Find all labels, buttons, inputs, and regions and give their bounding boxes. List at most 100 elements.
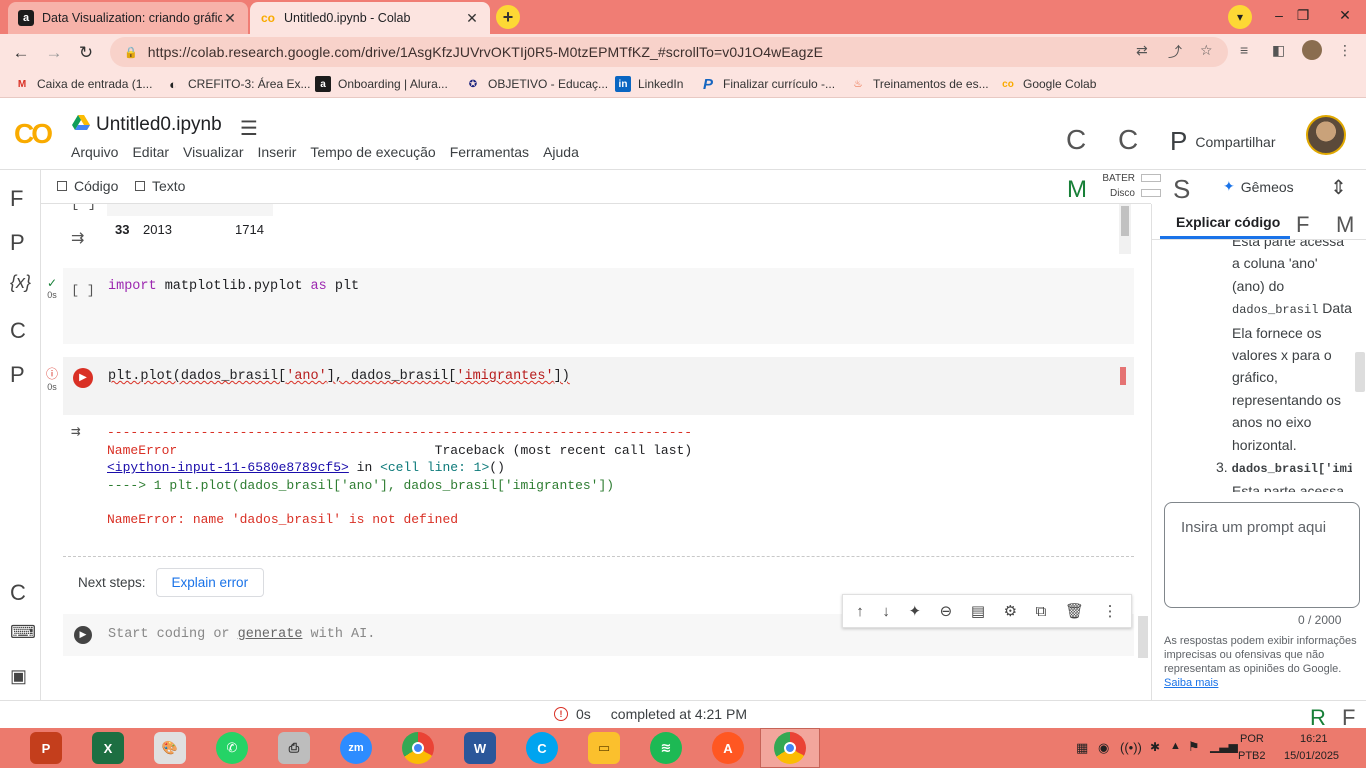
chrome-icon[interactable]	[402, 732, 434, 764]
tray-app-icon[interactable]: ▦	[1076, 740, 1088, 756]
toc-icon[interactable]: F	[10, 186, 23, 212]
bookmark-treinamentos[interactable]: ♨ Treinamentos de es...	[850, 76, 989, 92]
move-up-icon[interactable]: ↑	[856, 603, 864, 620]
bookmark-linkedin[interactable]: in LinkedIn	[615, 76, 683, 92]
tab-data-visualization[interactable]: a Data Visualization: criando gráfic ✕	[8, 2, 248, 34]
resource-labels[interactable]: BATER Disco	[1101, 171, 1135, 201]
menu-ajuda[interactable]: Ajuda	[543, 144, 579, 160]
menu-arquivo[interactable]: Arquivo	[71, 144, 118, 160]
menu-ferramentas[interactable]: Ferramentas	[450, 144, 529, 160]
tray-network-icon[interactable]: ◉	[1098, 740, 1109, 756]
folder-icon[interactable]: ▭	[588, 732, 620, 764]
collapse-expand-icon[interactable]: ⇕	[1330, 175, 1347, 200]
gemini-button[interactable]: ✦ Gêmeos	[1223, 178, 1294, 195]
paint-icon[interactable]: 🎨	[154, 732, 186, 764]
output-scrollbar[interactable]	[1119, 204, 1131, 254]
panel-scrollbar[interactable]	[1355, 352, 1365, 392]
cell-bracket[interactable]: [ ]	[71, 278, 95, 302]
bookmark-alura[interactable]: a Onboarding | Alura...	[315, 76, 448, 92]
share-page-icon[interactable]: ⤴	[1168, 42, 1182, 62]
zoom-icon[interactable]: zm	[340, 732, 372, 764]
tray-bluetooth-icon[interactable]: ✱	[1150, 740, 1160, 754]
notebook-title[interactable]: Untitled0.ipynb	[96, 114, 222, 136]
bookmark-crefito[interactable]: ◐ CREFITO-3: Área Ex...	[165, 76, 310, 92]
traceback-link[interactable]: <ipython-input-11-6580e8789cf5>	[107, 460, 349, 475]
canva-icon[interactable]: C	[526, 732, 558, 764]
generate-link[interactable]: generate	[238, 627, 303, 642]
whatsapp-icon[interactable]: ✆	[216, 732, 248, 764]
format-icon[interactable]: F	[1296, 212, 1309, 238]
tab-colab[interactable]: co Untitled0.ipynb - Colab ✕	[250, 2, 490, 34]
excel-icon[interactable]: X	[92, 732, 124, 764]
code-cell-plot[interactable]: ▶ plt.plot(dados_brasil['ano'], dados_br…	[63, 357, 1134, 415]
cell-code[interactable]: plt.plot(dados_brasil['ano'], dados_bras…	[108, 369, 570, 384]
colab-logo[interactable]: CO	[14, 118, 53, 150]
bookmark-star-icon[interactable]: ☆	[1200, 42, 1213, 59]
output-toggle-icon[interactable]: ⇉	[71, 423, 81, 442]
clock-time[interactable]: 16:21	[1300, 733, 1328, 745]
tab-search-button[interactable]: ▾	[1228, 5, 1252, 29]
runtime-dropdown-icon[interactable]: S	[1173, 174, 1190, 205]
delete-icon[interactable]: 🗑	[1065, 602, 1084, 620]
code-cell-import[interactable]: [ ] import matplotlib.pyplot as plt	[63, 268, 1134, 344]
profile-avatar[interactable]	[1302, 40, 1322, 60]
execution-status[interactable]: ! 0s completed at 4:21 PM	[554, 706, 747, 722]
bookmark-curriculo[interactable]: P Finalizar currículo -...	[700, 76, 835, 93]
settings-icon[interactable]: C	[1118, 124, 1138, 156]
explain-code-tab[interactable]: Explicar código	[1176, 214, 1280, 230]
spotify-icon[interactable]: ≋	[650, 732, 682, 764]
add-text-button[interactable]: Texto	[135, 178, 185, 194]
notebook-scrollbar[interactable]	[1138, 616, 1148, 658]
connected-icon[interactable]: M	[1067, 176, 1087, 204]
back-icon[interactable]: ←	[9, 41, 33, 65]
variables-icon[interactable]: {x}	[10, 272, 31, 293]
close-window-icon[interactable]: ✕	[1330, 3, 1360, 27]
learn-more-link[interactable]: Saiba mais	[1164, 677, 1218, 689]
comments-icon[interactable]: C	[1066, 124, 1086, 156]
tray-wifi-icon[interactable]: ((•))	[1120, 740, 1142, 755]
bookmark-gmail[interactable]: M Caixa de entrada (1...	[14, 76, 153, 92]
show-hidden-icons[interactable]: ▲	[1170, 740, 1181, 752]
secrets-icon[interactable]: C	[10, 318, 26, 344]
menu-inserir[interactable]: Inserir	[257, 144, 296, 160]
menu-visualizar[interactable]: Visualizar	[183, 144, 243, 160]
close-tab-icon[interactable]: ✕	[222, 10, 238, 27]
new-tab-button[interactable]: +	[496, 5, 520, 29]
reload-icon[interactable]: ↻	[74, 41, 98, 65]
language-label[interactable]: POR	[1240, 733, 1264, 745]
search-icon[interactable]: P	[10, 230, 25, 256]
run-cell-button[interactable]: ▶	[73, 368, 93, 388]
cell-code[interactable]: import matplotlib.pyplot as plt	[108, 279, 359, 294]
chrome-active-icon[interactable]	[774, 732, 806, 764]
avast-icon[interactable]: A	[712, 732, 744, 764]
menu-tempo-execucao[interactable]: Tempo de execução	[310, 144, 435, 160]
files-icon[interactable]: P	[10, 362, 25, 388]
menu-kebab-icon[interactable]: ⋮	[1338, 42, 1352, 59]
media-icon[interactable]: ≡	[1240, 42, 1248, 58]
run-cell-button[interactable]: ▶	[74, 626, 92, 644]
printer-icon[interactable]: ⎙	[278, 732, 310, 764]
link-icon[interactable]: ⊖	[940, 602, 953, 620]
mirror-cell-icon[interactable]: ⧉	[1036, 603, 1047, 620]
bookmark-objetivo[interactable]: ✪ OBJETIVO - Educaç...	[465, 76, 608, 92]
toc-toggle-icon[interactable]: ☰	[240, 116, 258, 141]
forward-icon[interactable]: →	[42, 41, 66, 65]
share-button[interactable]: P Compartilhar	[1170, 126, 1275, 157]
menu-editar[interactable]: Editar	[132, 144, 169, 160]
restore-icon[interactable]: ❐	[1288, 3, 1318, 27]
word-icon[interactable]: W	[464, 732, 496, 764]
clock-date[interactable]: 15/01/2025	[1284, 750, 1339, 762]
comment-icon[interactable]: ▤	[971, 602, 985, 620]
explain-error-button[interactable]: Explain error	[155, 568, 265, 597]
cell-settings-icon[interactable]: ⚙	[1004, 602, 1017, 620]
output-toggle-icon[interactable]: ⇉	[71, 228, 84, 248]
more-options-icon[interactable]: ⋮	[1103, 602, 1118, 620]
powerpoint-icon[interactable]: P	[30, 732, 62, 764]
more-icon[interactable]: M	[1336, 212, 1354, 238]
avatar[interactable]	[1306, 115, 1346, 155]
address-bar[interactable]: 🔒 https://colab.research.google.com/driv…	[110, 37, 1228, 67]
keyboard-layout-label[interactable]: PTB2	[1238, 750, 1266, 762]
move-down-icon[interactable]: ↓	[882, 603, 890, 620]
translate-icon[interactable]: ⇄	[1136, 42, 1148, 59]
command-palette-icon[interactable]: ⌨	[10, 622, 36, 643]
